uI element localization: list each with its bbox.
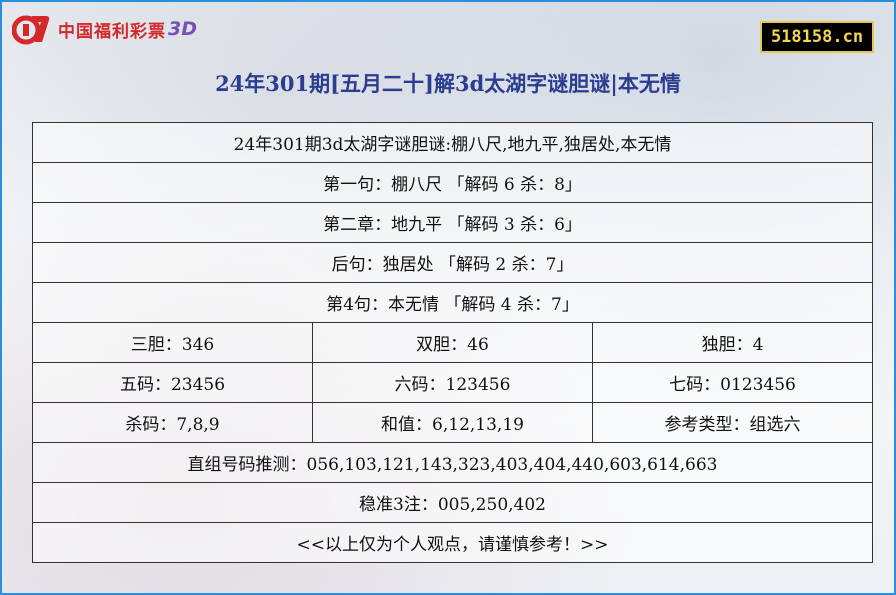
riddle-cell: 24年301期3d太湖字谜胆谜:棚八尺,地九平,独居处,本无情 <box>31 122 874 163</box>
table-row: 杀码：7,8,9 和值：6,12,13,19 参考类型：组选六 <box>32 402 874 443</box>
line4-cell: 第4句：本无情 「解码 4 杀：7」 <box>31 282 874 323</box>
sum-value-cell: 和值：6,12,13,19 <box>312 402 593 443</box>
table-row: 后句：独居处 「解码 2 杀：7」 <box>31 242 874 283</box>
site-badge[interactable]: 518158.cn <box>760 21 874 53</box>
page-frame: 中国福利彩票 3D 518158.cn 24年301期[五月二十]解3d太湖字谜… <box>0 0 896 595</box>
two-dan-cell: 双胆：46 <box>312 322 593 363</box>
page-title: 24年301期[五月二十]解3d太湖字谜胆谜|本无情 <box>215 71 681 96</box>
table-row: 第一句：棚八尺 「解码 6 杀：8」 <box>31 162 874 203</box>
three-dan-cell: 三胆：346 <box>32 322 313 363</box>
table-row: 三胆：346 双胆：46 独胆：4 <box>32 322 874 363</box>
table-row: 五码：23456 六码：123456 七码：0123456 <box>32 362 874 403</box>
stable-three-cell: 稳准3注：005,250,402 <box>31 482 874 523</box>
table-row: 第二章：地九平 「解码 3 杀：6」 <box>31 202 874 243</box>
line1-cell: 第一句：棚八尺 「解码 6 杀：8」 <box>31 162 874 203</box>
table-row: 第4句：本无情 「解码 4 杀：7」 <box>31 282 874 323</box>
table-row: 24年301期3d太湖字谜胆谜:棚八尺,地九平,独居处,本无情 <box>31 122 874 163</box>
six-code-cell: 六码：123456 <box>312 362 593 403</box>
ref-type-cell: 参考类型：组选六 <box>591 402 874 443</box>
five-code-cell: 五码：23456 <box>32 362 313 403</box>
kill-code-cell: 杀码：7,8,9 <box>32 402 313 443</box>
line2-cell: 第二章：地九平 「解码 3 杀：6」 <box>31 202 874 243</box>
seven-code-cell: 七码：0123456 <box>591 362 874 403</box>
line3-cell: 后句：独居处 「解码 2 杀：7」 <box>31 242 874 283</box>
disclaimer-cell: <<以上仅为个人观点，请谨慎参考！>> <box>31 522 874 563</box>
logo-text: 中国福利彩票 <box>58 21 166 42</box>
prediction-table: 24年301期3d太湖字谜胆谜:棚八尺,地九平,独居处,本无情 第一句：棚八尺 … <box>31 122 874 563</box>
lottery-emblem-icon <box>11 12 52 46</box>
logo-3d-text: 3D <box>168 18 197 40</box>
table-row: <<以上仅为个人观点，请谨慎参考！>> <box>31 522 874 563</box>
one-dan-cell: 独胆：4 <box>591 322 874 363</box>
table-row: 直组号码推测：056,103,121,143,323,403,404,440,6… <box>31 442 874 483</box>
table-row: 稳准3注：005,250,402 <box>31 482 874 523</box>
lottery-logo[interactable]: 中国福利彩票 3D <box>11 12 197 46</box>
direct-guess-cell: 直组号码推测：056,103,121,143,323,403,404,440,6… <box>31 442 874 483</box>
